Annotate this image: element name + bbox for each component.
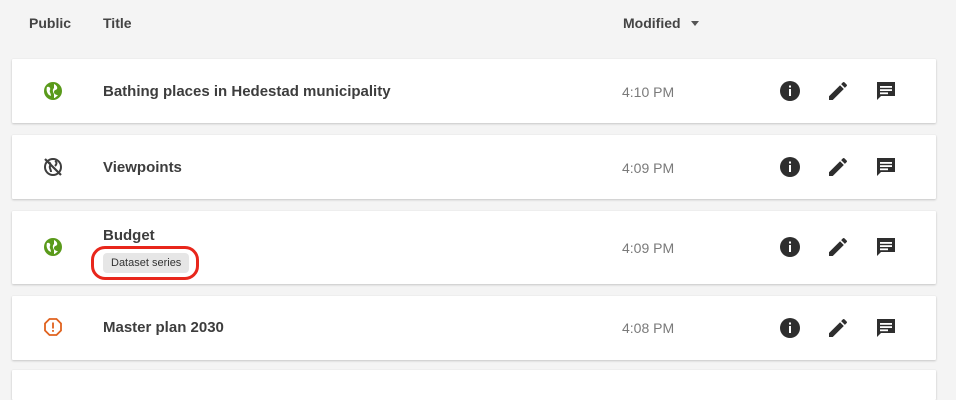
- comment-icon[interactable]: [874, 79, 898, 103]
- column-header-modified-sort[interactable]: Modified: [623, 15, 699, 31]
- edit-icon[interactable]: [826, 155, 850, 179]
- comment-icon[interactable]: [874, 316, 898, 340]
- info-icon[interactable]: [778, 155, 802, 179]
- row-title[interactable]: Master plan 2030: [103, 319, 224, 336]
- row-title[interactable]: Viewpoints: [103, 159, 182, 176]
- public-globe-icon: [44, 238, 62, 256]
- warning-icon: [44, 318, 62, 336]
- list-item-partial: [12, 370, 936, 400]
- row-modified-time: 4:09 PM: [622, 240, 675, 256]
- column-header-modified-label: Modified: [623, 15, 681, 31]
- row-title[interactable]: Budget: [103, 227, 155, 244]
- dataset-series-badge: Dataset series: [103, 253, 190, 273]
- edit-icon[interactable]: [826, 79, 850, 103]
- info-icon[interactable]: [778, 79, 802, 103]
- comment-icon[interactable]: [874, 155, 898, 179]
- not-public-globe-icon: [44, 158, 62, 176]
- edit-icon[interactable]: [826, 235, 850, 259]
- column-header-public: Public: [29, 15, 72, 31]
- row-modified-time: 4:10 PM: [622, 84, 675, 100]
- column-header-title: Title: [103, 15, 132, 31]
- list-item[interactable]: Master plan 2030 4:08 PM: [12, 296, 936, 360]
- list-item[interactable]: Viewpoints 4:09 PM: [12, 135, 936, 199]
- comment-icon[interactable]: [874, 235, 898, 259]
- row-modified-time: 4:09 PM: [622, 160, 675, 176]
- badge-highlight-outline: Dataset series: [91, 246, 199, 280]
- table-header: Public Title Modified: [0, 0, 956, 48]
- edit-icon[interactable]: [826, 316, 850, 340]
- info-icon[interactable]: [778, 316, 802, 340]
- list-item[interactable]: Bathing places in Hedestad municipality …: [12, 59, 936, 123]
- row-modified-time: 4:08 PM: [622, 320, 675, 336]
- info-icon[interactable]: [778, 235, 802, 259]
- row-title[interactable]: Bathing places in Hedestad municipality: [103, 83, 391, 100]
- list-item[interactable]: Budget Dataset series 4:09 PM: [12, 211, 936, 284]
- sort-caret-down-icon: [690, 20, 699, 26]
- public-globe-icon: [44, 82, 62, 100]
